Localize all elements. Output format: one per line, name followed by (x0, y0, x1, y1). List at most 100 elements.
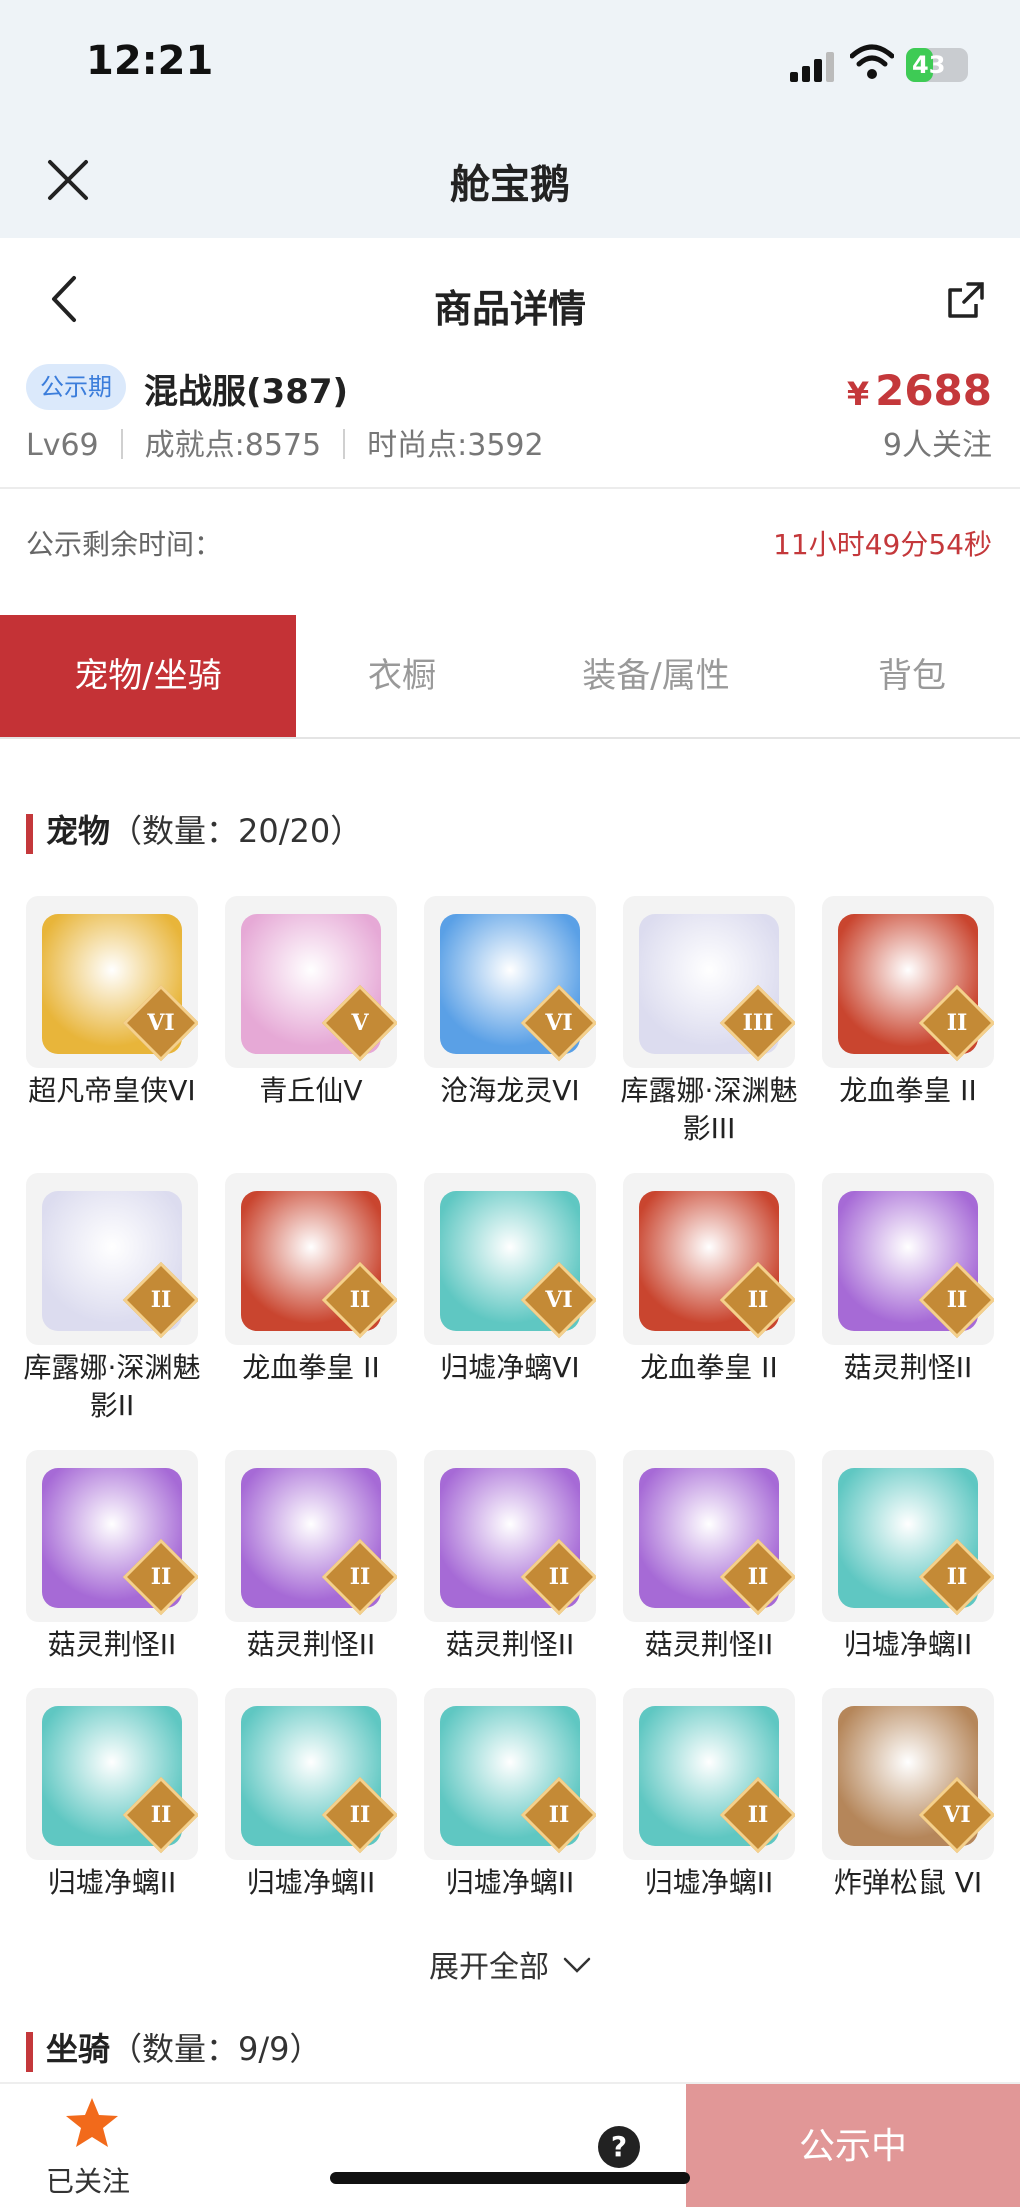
pet-image: II (26, 1688, 198, 1860)
tab-equipment[interactable]: 装备/属性 (508, 615, 804, 737)
pet-image: II (822, 896, 994, 1068)
tier-label: III (742, 1010, 774, 1036)
pet-card[interactable]: II 菇灵荆怪II (623, 1450, 795, 1664)
pet-card[interactable]: II 菇灵荆怪II (26, 1450, 198, 1664)
pet-card[interactable]: II 菇灵荆怪II (822, 1173, 994, 1387)
status-bar: 12:21 43 (0, 0, 1020, 120)
price: ¥2688 (847, 366, 992, 415)
section-count: （数量：20/20） (110, 812, 363, 850)
expand-label: 展开全部 (429, 1950, 549, 1985)
pet-name: 归墟净螭II (246, 1866, 376, 1899)
expand-all-button[interactable]: 展开全部 (0, 1942, 1020, 1986)
tier-label: II (548, 1564, 570, 1590)
pet-card[interactable]: II 归墟净螭II (424, 1688, 596, 1902)
tier-label: II (747, 1802, 769, 1828)
pet-name: 归墟净螭II (47, 1866, 177, 1899)
pet-name: 炸弹松鼠 VI (833, 1866, 983, 1899)
pet-name: 菇灵荆怪II (843, 1351, 973, 1384)
character-stats: Lv69 成就点:8575 时尚点:3592 (26, 420, 544, 464)
achievement-points: 成就点:8575 (144, 428, 322, 463)
price-value: 2688 (875, 366, 992, 415)
pet-image: II (623, 1173, 795, 1345)
publicity-label: 公示剩余时间： (26, 528, 223, 561)
tier-label: II (150, 1287, 172, 1313)
tab-wardrobe[interactable]: 衣橱 (296, 615, 508, 737)
pet-card[interactable]: VI 归墟净螭VI (424, 1173, 596, 1387)
app-title: 舱宝鹅 (450, 162, 570, 208)
pet-name: 归墟净螭II (843, 1628, 973, 1661)
publicity-timer: 公示剩余时间： 11小时49分54秒 (0, 489, 1020, 615)
tier-label: VI (545, 1010, 573, 1036)
status-time: 12:21 (86, 38, 214, 84)
pet-card[interactable]: II 龙血拳皇 II (822, 896, 994, 1110)
pet-card[interactable]: II 菇灵荆怪II (424, 1450, 596, 1664)
pet-name: 青丘仙V (259, 1074, 363, 1107)
nav-bar: 商品详情 (0, 238, 1020, 358)
tab-pets-mounts[interactable]: 宠物/坐骑 (0, 615, 296, 737)
pet-card[interactable]: II 归墟净螭II (225, 1688, 397, 1902)
tier-label: II (349, 1802, 371, 1828)
help-icon[interactable]: ? (598, 2126, 640, 2168)
pet-image: VI (424, 896, 596, 1068)
tier-label: II (946, 1564, 968, 1590)
section-count: （数量：9/9） (110, 2030, 322, 2068)
tier-label: II (548, 1802, 570, 1828)
pet-name: 库露娜·深渊魅影III (620, 1074, 798, 1145)
pet-card[interactable]: V 青丘仙V (225, 896, 397, 1110)
pet-image: II (822, 1173, 994, 1345)
pet-image: VI (822, 1688, 994, 1860)
pet-name: 菇灵荆怪II (644, 1628, 774, 1661)
pet-image: II (225, 1450, 397, 1622)
pet-card[interactable]: II 龙血拳皇 II (623, 1173, 795, 1387)
share-icon[interactable] (946, 280, 986, 320)
currency-symbol: ¥ (846, 375, 870, 413)
tier-label: II (150, 1802, 172, 1828)
pet-image: II (623, 1450, 795, 1622)
pet-image: II (26, 1173, 198, 1345)
pet-image: II (225, 1688, 397, 1860)
follow-label[interactable]: 已关注 (46, 2160, 130, 2200)
publicity-remaining: 11小时49分54秒 (773, 528, 992, 561)
tier-label: II (946, 1287, 968, 1313)
pet-card[interactable]: II 库露娜·深渊魅影II (24, 1173, 200, 1425)
pet-image: II (822, 1450, 994, 1622)
tier-label: VI (943, 1802, 971, 1828)
section-name: 宠物 (46, 812, 111, 850)
follower-count: 9人关注 (882, 428, 992, 463)
tier-label: V (351, 1010, 369, 1036)
pet-card[interactable]: II 归墟净螭II (26, 1688, 198, 1902)
section-name: 坐骑 (46, 2030, 111, 2068)
section-marker (26, 2032, 33, 2072)
pet-name: 龙血拳皇 II (242, 1351, 380, 1384)
level: Lv69 (26, 428, 99, 463)
pet-image: III (623, 896, 795, 1068)
pet-card[interactable]: VI 沧海龙灵VI (424, 896, 596, 1110)
section-marker (26, 814, 33, 854)
pet-card[interactable]: II 归墟净螭II (822, 1450, 994, 1664)
tier-label: II (747, 1287, 769, 1313)
pet-card[interactable]: II 龙血拳皇 II (225, 1173, 397, 1387)
pet-image: II (424, 1450, 596, 1622)
pet-image: V (225, 896, 397, 1068)
tab-backpack[interactable]: 背包 (804, 615, 1020, 737)
pet-card[interactable]: II 菇灵荆怪II (225, 1450, 397, 1664)
pets-section-title: 宠物（数量：20/20） (26, 806, 363, 854)
pet-image: II (424, 1688, 596, 1860)
mounts-section-title: 坐骑（数量：9/9） (26, 2024, 322, 2072)
pet-name: 归墟净螭VI (440, 1351, 580, 1384)
pet-name: 菇灵荆怪II (246, 1628, 376, 1661)
server-name: 混战服(387) (144, 372, 349, 412)
tier-label: II (150, 1564, 172, 1590)
pet-name: 菇灵荆怪II (445, 1628, 575, 1661)
stat-divider (343, 429, 346, 459)
tier-label: VI (545, 1287, 573, 1313)
pet-name: 龙血拳皇 II (640, 1351, 778, 1384)
pet-card[interactable]: VI 炸弹松鼠 VI (822, 1688, 994, 1902)
pet-card[interactable]: VI 超凡帝皇侠VI (26, 896, 198, 1110)
pet-card[interactable]: II 归墟净螭II (623, 1688, 795, 1902)
star-icon[interactable] (64, 2096, 120, 2150)
pet-image: II (26, 1450, 198, 1622)
pet-card[interactable]: III 库露娜·深渊魅影III (621, 896, 797, 1148)
status-button[interactable]: 公示中 (686, 2084, 1020, 2207)
stat-divider (120, 429, 123, 459)
